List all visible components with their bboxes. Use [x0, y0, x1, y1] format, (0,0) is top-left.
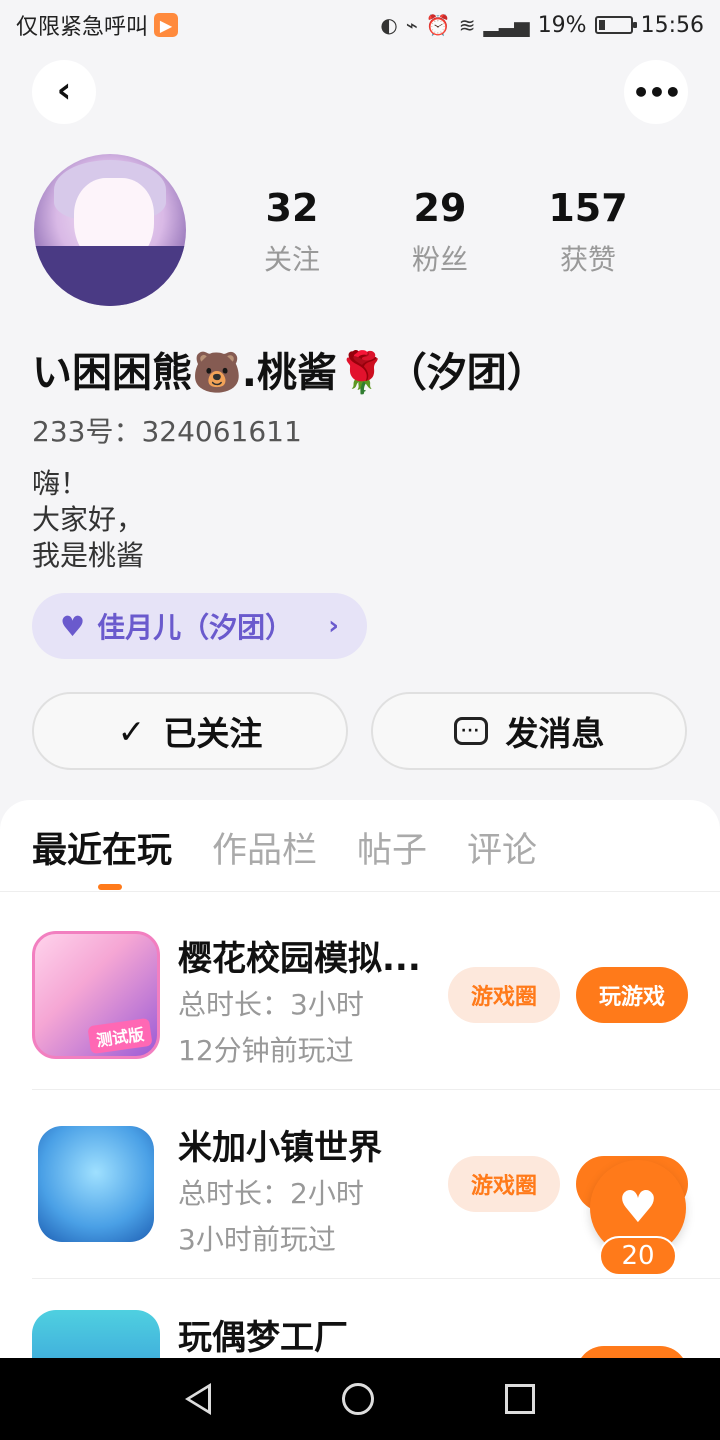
game-icon[interactable]: 测试版: [32, 931, 160, 1059]
status-right: ◐ ⌁ ⏰ ≋ ▂▃▅ 19% 15:56: [380, 13, 704, 38]
team-chip[interactable]: ♥ 佳月儿（汐团） ›: [32, 593, 367, 659]
message-icon: ···: [453, 717, 488, 745]
fans-label: 粉丝: [411, 243, 468, 276]
follow-button[interactable]: ✓ 已关注: [32, 692, 348, 770]
alarm-icon: ⏰: [425, 13, 451, 37]
game-duration: 总时长：2小时: [178, 1177, 364, 1210]
divider: [0, 891, 720, 892]
follow-label: 已关注: [163, 714, 263, 753]
more-icon: •••: [632, 75, 682, 109]
game-duration: 总时长：3小时: [178, 988, 364, 1021]
message-label: 发消息: [505, 714, 605, 753]
likes-count: 157: [548, 186, 628, 230]
navigation-bar: [0, 1358, 720, 1440]
game-row[interactable]: 玩偶梦工厂: [32, 1310, 720, 1360]
tab-comments[interactable]: 评论: [467, 822, 537, 873]
following-label: 关注: [263, 243, 320, 276]
message-button[interactable]: ··· 发消息: [371, 692, 687, 770]
bio-line: 嗨！: [32, 467, 89, 500]
status-time: 15:56: [640, 12, 704, 38]
more-button[interactable]: •••: [624, 60, 688, 124]
user-id: 233号：324061611: [32, 415, 302, 448]
tab-works[interactable]: 作品栏: [212, 822, 317, 873]
hd-call-icon: ◐: [380, 13, 398, 37]
avatar[interactable]: [34, 154, 186, 306]
game-circle-button[interactable]: 游戏圈: [448, 1156, 560, 1212]
play-arrow-icon: ▶: [154, 13, 179, 37]
team-chip-label: 佳月儿（汐团）: [97, 611, 294, 644]
game-name: 玩偶梦工厂: [178, 1318, 348, 1358]
stat-following[interactable]: 32 关注: [218, 186, 366, 278]
fans-count: 29: [413, 186, 467, 230]
tab-recent-play[interactable]: 最近在玩: [32, 822, 172, 873]
battery-icon: [594, 16, 637, 34]
test-version-badge: 测试版: [87, 1017, 153, 1055]
heart-icon: ♥: [618, 1182, 658, 1233]
game-name: 米加小镇世界: [178, 1128, 382, 1168]
signal-icon: ▂▃▅: [483, 13, 530, 37]
username: い困困熊🐻.桃酱🌹（汐团）: [32, 350, 547, 396]
tab-indicator: [98, 884, 122, 890]
game-row[interactable]: 测试版 樱花校园模拟... 总时长：3小时 12分钟前玩过 游戏圈 玩游戏: [32, 931, 720, 1121]
emergency-call-text: 仅限紧急呼叫: [16, 15, 149, 40]
check-icon: ✓: [117, 711, 146, 751]
game-icon[interactable]: [32, 1310, 160, 1360]
back-button[interactable]: ‹: [32, 60, 96, 124]
nav-back-icon[interactable]: [185, 1383, 212, 1415]
bio-line: 我是桃酱: [32, 539, 145, 572]
likes-label: 获赞: [559, 243, 616, 276]
like-count: 20: [599, 1236, 677, 1276]
bio: 嗨！ 大家好， 我是桃酱: [32, 466, 144, 574]
game-last-played: 3小时前玩过: [178, 1223, 336, 1256]
avatar-body: [34, 246, 186, 306]
status-left: 仅限紧急呼叫 ▶: [16, 9, 179, 41]
play-game-button[interactable]: 玩游戏: [576, 967, 688, 1023]
game-last-played: 12分钟前玩过: [178, 1034, 354, 1067]
content-panel: 最近在玩 作品栏 帖子 评论 测试版 樱花校园模拟... 总时长：3小时 12分…: [0, 800, 720, 1360]
chevron-right-icon: ›: [328, 611, 339, 641]
status-bar: 仅限紧急呼叫 ▶ ◐ ⌁ ⏰ ≋ ▂▃▅ 19% 15:56: [0, 0, 720, 50]
game-icon[interactable]: [38, 1126, 154, 1242]
profile-stats: 32 关注 29 粉丝 157 获赞: [218, 186, 662, 278]
stat-likes[interactable]: 157 获赞: [514, 186, 662, 278]
stat-fans[interactable]: 29 粉丝: [366, 186, 514, 278]
game-circle-button[interactable]: 游戏圈: [448, 967, 560, 1023]
nav-home-icon[interactable]: [341, 1383, 374, 1415]
battery-percent: 19%: [537, 12, 587, 38]
chevron-left-icon: ‹: [56, 69, 72, 111]
nav-recent-icon[interactable]: [504, 1384, 535, 1414]
following-count: 32: [265, 186, 319, 230]
cast-icon: ⌁: [405, 13, 418, 37]
game-name: 樱花校园模拟...: [178, 939, 421, 979]
tab-posts[interactable]: 帖子: [357, 822, 427, 873]
heart-icon: ♥: [60, 609, 86, 643]
bio-line: 大家好，: [32, 503, 145, 536]
tab-bar: 最近在玩 作品栏 帖子 评论: [32, 822, 537, 873]
divider: [32, 1089, 720, 1090]
divider: [32, 1278, 720, 1279]
wifi-icon: ≋: [458, 13, 476, 37]
